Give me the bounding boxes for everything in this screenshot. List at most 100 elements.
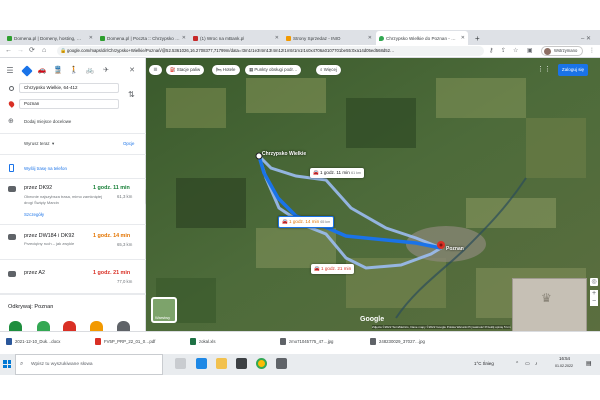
car-icon: 🚘 — [282, 219, 289, 224]
send-to-phone-link[interactable]: Wyślij trasę na telefon — [24, 166, 67, 171]
options-link[interactable]: Opcje — [123, 141, 134, 146]
layers-button[interactable]: Warstwy — [151, 297, 177, 323]
key-icon[interactable]: ⚷ — [489, 46, 493, 56]
origin-dot-icon — [9, 86, 14, 91]
download-item[interactable]: 248230029_37027…jpg — [370, 338, 425, 345]
origin-map-label: Chrzypsko Wielkie — [262, 151, 307, 157]
back-arrow-icon[interactable]: ← — [5, 46, 12, 56]
reload-icon[interactable]: ⟳ — [29, 46, 35, 56]
directions-diamond-icon[interactable] — [21, 65, 33, 77]
weather-status[interactable]: 1°C Śnieg — [474, 361, 494, 366]
task-view-icon[interactable] — [175, 358, 186, 369]
home-icon[interactable]: ⌂ — [42, 46, 46, 56]
favicon-icon — [100, 35, 105, 41]
notifications-icon[interactable]: ▤ — [586, 360, 592, 367]
image-file-icon — [280, 338, 286, 345]
add-destination-link[interactable]: Dodaj miejsce docelowe — [24, 119, 71, 124]
restaurants-icon[interactable] — [9, 321, 22, 331]
file-explorer-icon[interactable] — [216, 358, 227, 369]
close-icon[interactable]: ✕ — [182, 35, 186, 41]
close-directions-icon[interactable]: ✕ — [127, 66, 137, 76]
gas-icon: ⛽ — [170, 67, 177, 72]
taskbar-search-input[interactable]: ⌕ Wpisz tu wyszukiwane słowa — [15, 354, 163, 375]
bike-mode-icon[interactable]: 🚲 — [85, 66, 95, 76]
menu-dots-icon[interactable]: ⋮ — [589, 46, 595, 56]
favicon-icon — [286, 35, 291, 41]
map-menu-icon[interactable]: ☰ — [149, 65, 162, 75]
car-icon — [8, 271, 16, 277]
close-icon[interactable]: ✕ — [275, 35, 279, 41]
download-item[interactable]: FV5P_PRP_22_01_0…pdf — [95, 338, 155, 345]
my-location-icon[interactable]: ◎ — [590, 278, 598, 286]
store-icon[interactable] — [236, 358, 247, 369]
divider — [0, 133, 146, 134]
rest-stops-chip[interactable]: ▦ Punkty obsługi podr… — [245, 65, 302, 75]
zoom-out-button[interactable]: − — [590, 298, 598, 306]
apps-grid-icon[interactable]: ⋮⋮ — [537, 65, 551, 73]
more-chip[interactable]: ⌕ Więcej — [316, 65, 341, 75]
profile-button[interactable]: Wstrzymano — [541, 46, 583, 56]
gas-stations-chip[interactable]: ⛽ Stacje paliw — [166, 65, 205, 75]
swap-icon[interactable]: ⇅ — [128, 90, 135, 99]
car-icon — [8, 234, 16, 240]
attractions-icon[interactable] — [63, 321, 76, 331]
network-icon[interactable]: ▭ — [525, 361, 530, 367]
hotels-chip[interactable]: 🛏 Hotele — [212, 65, 240, 75]
tab-mbank[interactable]: (1) Wroc na mBank.pl ✕ — [190, 31, 282, 45]
download-item[interactable]: zmo71045775_47…jpg — [280, 338, 333, 345]
app-icon[interactable] — [276, 358, 287, 369]
more-icon[interactable] — [117, 321, 130, 331]
maps-pin-icon — [379, 35, 384, 41]
hamburger-menu-icon[interactable]: ☰ — [5, 66, 15, 76]
divider — [0, 154, 146, 155]
route-duration-label-selected[interactable]: 🚘 1 godz. 14 min 65 km — [278, 216, 335, 228]
avatar — [544, 48, 551, 55]
details-link[interactable]: Szczegóły — [24, 212, 44, 217]
bookmark-star-icon[interactable]: ☆ — [513, 46, 518, 56]
phone-icon — [9, 164, 14, 172]
leave-now-select[interactable]: Wyrusz teraz — [24, 141, 50, 146]
download-item[interactable]: zokal.xls — [190, 338, 215, 345]
docx-file-icon — [6, 338, 12, 345]
clock-time[interactable]: 16:54 — [559, 356, 570, 361]
origin-input[interactable]: Chrzypsko Wielkie, 64-412 — [19, 83, 119, 93]
window-controls[interactable]: – ✕ — [578, 31, 598, 45]
transit-mode-icon[interactable]: 🚆 — [53, 66, 63, 76]
search-icon: ⌕ — [20, 361, 24, 367]
transit-icon[interactable] — [90, 321, 103, 331]
clock-date[interactable]: 01.02.2022 — [555, 364, 573, 368]
tab-maps[interactable]: Chrzypsko Wielkie do Poznan - … ✕ — [376, 31, 468, 45]
hotels-icon[interactable] — [37, 321, 50, 331]
destination-map-label: Poznan — [446, 246, 464, 252]
car-mode-icon[interactable]: 🚗 — [37, 66, 47, 76]
edge-icon[interactable] — [196, 358, 207, 369]
crown-icon: ♛ — [541, 291, 552, 305]
chrome-icon[interactable] — [256, 358, 267, 369]
route-duration-label[interactable]: 🚘 1 godz. 11 min 61 km — [310, 168, 364, 178]
google-logo: Google — [360, 316, 385, 323]
tray-arrow-icon[interactable]: ⌃ — [515, 361, 519, 367]
tab-domena[interactable]: Domena.pl | Domeny, hosting, … ✕ — [4, 31, 96, 45]
download-item[interactable]: 2021-12-10_Duk…docx — [6, 338, 60, 345]
zoom-in-button[interactable]: + — [590, 290, 598, 298]
close-icon[interactable]: ✕ — [89, 35, 93, 41]
window-top — [0, 0, 600, 29]
extensions-icon[interactable]: ▣ — [527, 46, 533, 56]
add-icon[interactable]: ⊕ — [8, 117, 14, 125]
close-icon[interactable]: ✕ — [368, 35, 372, 41]
speaker-icon[interactable]: ♪ — [535, 361, 538, 367]
route-duration-label[interactable]: 🚘 1 godz. 21 min — [311, 264, 355, 274]
address-bar[interactable]: 🔒 google.com/maps/dir/Chrzypsko+Wielkie/… — [57, 46, 484, 56]
sign-in-button[interactable]: Zaloguj się — [558, 64, 588, 76]
tab-poczta[interactable]: Domena.pl | Poczta :: Chrzypsko … ✕ — [97, 31, 189, 45]
walk-mode-icon[interactable]: 🚶 — [69, 66, 79, 76]
windows-start-icon[interactable] — [3, 360, 11, 368]
forward-arrow-icon: → — [17, 47, 24, 54]
destination-input[interactable]: Poznan — [19, 99, 119, 109]
new-tab-button[interactable]: + — [472, 31, 484, 45]
flight-mode-icon[interactable]: ✈ — [101, 66, 111, 76]
image-file-icon — [370, 338, 376, 345]
tab-inio[interactable]: Strony Sprzedaz - INIO ✕ — [283, 31, 375, 45]
close-icon[interactable]: ✕ — [461, 35, 465, 41]
share-icon[interactable]: ⇪ — [501, 46, 506, 56]
